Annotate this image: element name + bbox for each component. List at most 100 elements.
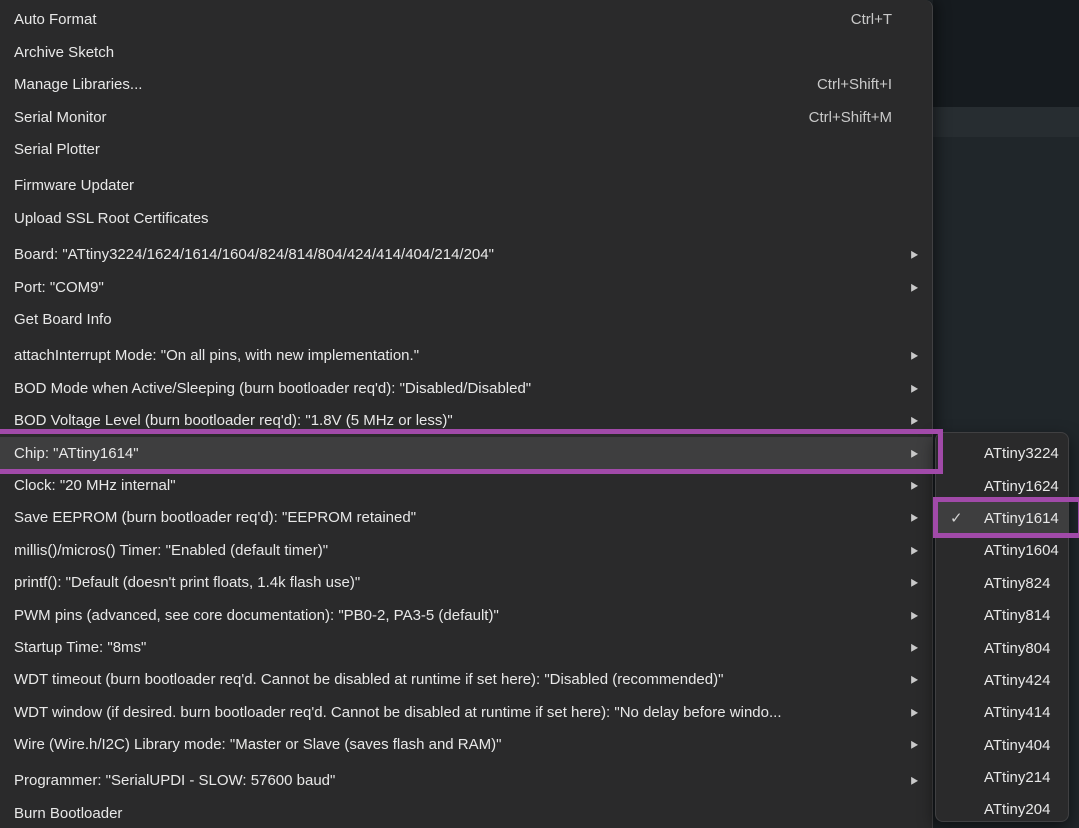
submenu-arrow-icon: ▶ [911, 250, 918, 260]
submenu-arrow-icon: ▶ [911, 610, 918, 620]
shortcut-label: Ctrl+Shift+I [817, 76, 918, 93]
submenu-arrow-icon: ▶ [911, 415, 918, 425]
menu-item-bod-mode[interactable]: BOD Mode when Active/Sleeping (burn boot… [0, 372, 932, 404]
menu-item-millis-micros-timer[interactable]: millis()/micros() Timer: "Enabled (defau… [0, 534, 932, 566]
submenu-item-label: ATtiny814 [974, 607, 1050, 624]
submenu-item-attiny1624[interactable]: ATtiny1624 [936, 470, 1068, 502]
submenu-item-attiny814[interactable]: ATtiny814 [936, 599, 1068, 631]
menu-item-label: millis()/micros() Timer: "Enabled (defau… [14, 542, 328, 559]
menu-item-clock[interactable]: Clock: "20 MHz internal" ▶ [0, 469, 932, 501]
menu-item-label: Archive Sketch [14, 44, 114, 61]
menu-item-serial-monitor[interactable]: Serial Monitor Ctrl+Shift+M [0, 101, 932, 133]
menu-item-wire-library-mode[interactable]: Wire (Wire.h/I2C) Library mode: "Master … [0, 728, 932, 760]
menu-item-bod-voltage-level[interactable]: BOD Voltage Level (burn bootloader req'd… [0, 404, 932, 436]
submenu-item-attiny1614[interactable]: ✓ ATtiny1614 [936, 502, 1068, 534]
menu-item-label: BOD Mode when Active/Sleeping (burn boot… [14, 380, 531, 397]
menu-item-printf[interactable]: printf(): "Default (doesn't print floats… [0, 566, 932, 598]
menu-item-label: Wire (Wire.h/I2C) Library mode: "Master … [14, 736, 501, 753]
menu-group: Firmware Updater Upload SSL Root Certifi… [0, 170, 932, 235]
menu-item-label: Auto Format [14, 11, 97, 28]
menu-item-label: Get Board Info [14, 311, 112, 328]
screenshot-stage: Auto Format Ctrl+T Archive Sketch Manage… [0, 0, 1079, 828]
menu-item-manage-libraries[interactable]: Manage Libraries... Ctrl+Shift+I [0, 69, 932, 101]
submenu-arrow-icon: ▶ [911, 776, 918, 786]
submenu-item-label: ATtiny1614 [974, 510, 1059, 527]
submenu-item-label: ATtiny204 [974, 801, 1050, 818]
app-background-toolbar [933, 0, 1079, 107]
submenu-item-attiny824[interactable]: ATtiny824 [936, 567, 1068, 599]
tools-menu: Auto Format Ctrl+T Archive Sketch Manage… [0, 0, 933, 828]
menu-item-chip[interactable]: Chip: "ATtiny1614" ▶ [0, 437, 932, 469]
menu-group: Auto Format Ctrl+T Archive Sketch Manage… [0, 4, 932, 166]
menu-item-save-eeprom[interactable]: Save EEPROM (burn bootloader req'd): "EE… [0, 502, 932, 534]
shortcut-label: Ctrl+Shift+M [809, 109, 918, 126]
submenu-item-attiny424[interactable]: ATtiny424 [936, 664, 1068, 696]
menu-item-label: Upload SSL Root Certificates [14, 210, 209, 227]
shortcut-label: Ctrl+T [851, 11, 918, 28]
menu-item-label: Save EEPROM (burn bootloader req'd): "EE… [14, 509, 416, 526]
submenu-item-attiny804[interactable]: ATtiny804 [936, 632, 1068, 664]
menu-group: attachInterrupt Mode: "On all pins, with… [0, 340, 932, 761]
checkmark-icon: ✓ [948, 509, 974, 527]
submenu-arrow-icon: ▶ [911, 480, 918, 490]
menu-item-label: Manage Libraries... [14, 76, 142, 93]
menu-item-label: Burn Bootloader [14, 805, 122, 822]
menu-item-label: attachInterrupt Mode: "On all pins, with… [14, 347, 419, 364]
submenu-item-label: ATtiny414 [974, 704, 1050, 721]
menu-item-wdt-timeout[interactable]: WDT timeout (burn bootloader req'd. Cann… [0, 664, 932, 696]
menu-item-pwm-pins[interactable]: PWM pins (advanced, see core documentati… [0, 599, 932, 631]
menu-item-upload-ssl-root-certificates[interactable]: Upload SSL Root Certificates [0, 202, 932, 234]
menu-item-label: Serial Monitor [14, 109, 107, 126]
submenu-arrow-icon: ▶ [911, 577, 918, 587]
submenu-item-attiny404[interactable]: ATtiny404 [936, 729, 1068, 761]
submenu-item-label: ATtiny404 [974, 737, 1050, 754]
menu-item-get-board-info[interactable]: Get Board Info [0, 303, 932, 335]
submenu-item-attiny414[interactable]: ATtiny414 [936, 697, 1068, 729]
submenu-item-label: ATtiny3224 [974, 445, 1059, 462]
menu-item-label: printf(): "Default (doesn't print floats… [14, 574, 360, 591]
submenu-arrow-icon: ▶ [911, 545, 918, 555]
menu-item-label: Serial Plotter [14, 141, 100, 158]
menu-item-wdt-window[interactable]: WDT window (if desired. burn bootloader … [0, 696, 932, 728]
submenu-item-label: ATtiny424 [974, 672, 1050, 689]
submenu-arrow-icon: ▶ [911, 383, 918, 393]
menu-item-label: PWM pins (advanced, see core documentati… [14, 607, 499, 624]
submenu-arrow-icon: ▶ [911, 282, 918, 292]
submenu-arrow-icon: ▶ [911, 513, 918, 523]
menu-item-label: Port: "COM9" [14, 279, 104, 296]
submenu-item-attiny204[interactable]: ATtiny204 [936, 794, 1068, 826]
menu-item-label: Startup Time: "8ms" [14, 639, 146, 656]
menu-item-label: Board: "ATtiny3224/1624/1614/1604/824/81… [14, 246, 494, 263]
menu-item-startup-time[interactable]: Startup Time: "8ms" ▶ [0, 631, 932, 663]
menu-item-firmware-updater[interactable]: Firmware Updater [0, 170, 932, 202]
menu-item-label: Chip: "ATtiny1614" [14, 445, 139, 462]
menu-item-label: Programmer: "SerialUPDI - SLOW: 57600 ba… [14, 772, 335, 789]
submenu-arrow-icon: ▶ [911, 642, 918, 652]
menu-item-programmer[interactable]: Programmer: "SerialUPDI - SLOW: 57600 ba… [0, 765, 932, 797]
menu-item-label: Firmware Updater [14, 177, 134, 194]
menu-item-auto-format[interactable]: Auto Format Ctrl+T [0, 4, 932, 36]
menu-item-label: WDT window (if desired. burn bootloader … [14, 704, 781, 721]
menu-group: Board: "ATtiny3224/1624/1614/1604/824/81… [0, 239, 932, 336]
menu-item-burn-bootloader[interactable]: Burn Bootloader [0, 797, 932, 828]
chip-submenu: ATtiny3224 ATtiny1624 ✓ ATtiny1614 ATtin… [935, 432, 1069, 822]
submenu-item-attiny3224[interactable]: ATtiny3224 [936, 438, 1068, 470]
menu-item-archive-sketch[interactable]: Archive Sketch [0, 36, 932, 68]
menu-item-label: WDT timeout (burn bootloader req'd. Cann… [14, 671, 723, 688]
submenu-item-label: ATtiny804 [974, 640, 1050, 657]
submenu-arrow-icon: ▶ [911, 675, 918, 685]
menu-item-attachinterrupt-mode[interactable]: attachInterrupt Mode: "On all pins, with… [0, 340, 932, 372]
app-background-tabbar [933, 107, 1079, 137]
submenu-arrow-icon: ▶ [911, 448, 918, 458]
submenu-item-label: ATtiny214 [974, 769, 1050, 786]
submenu-item-attiny214[interactable]: ATtiny214 [936, 761, 1068, 793]
menu-item-board[interactable]: Board: "ATtiny3224/1624/1614/1604/824/81… [0, 239, 932, 271]
submenu-item-attiny1604[interactable]: ATtiny1604 [936, 535, 1068, 567]
menu-item-label: BOD Voltage Level (burn bootloader req'd… [14, 412, 453, 429]
menu-item-label: Clock: "20 MHz internal" [14, 477, 176, 494]
menu-item-serial-plotter[interactable]: Serial Plotter [0, 133, 932, 165]
submenu-item-label: ATtiny1604 [974, 542, 1059, 559]
submenu-item-label: ATtiny1624 [974, 478, 1059, 495]
menu-item-port[interactable]: Port: "COM9" ▶ [0, 271, 932, 303]
submenu-arrow-icon: ▶ [911, 351, 918, 361]
